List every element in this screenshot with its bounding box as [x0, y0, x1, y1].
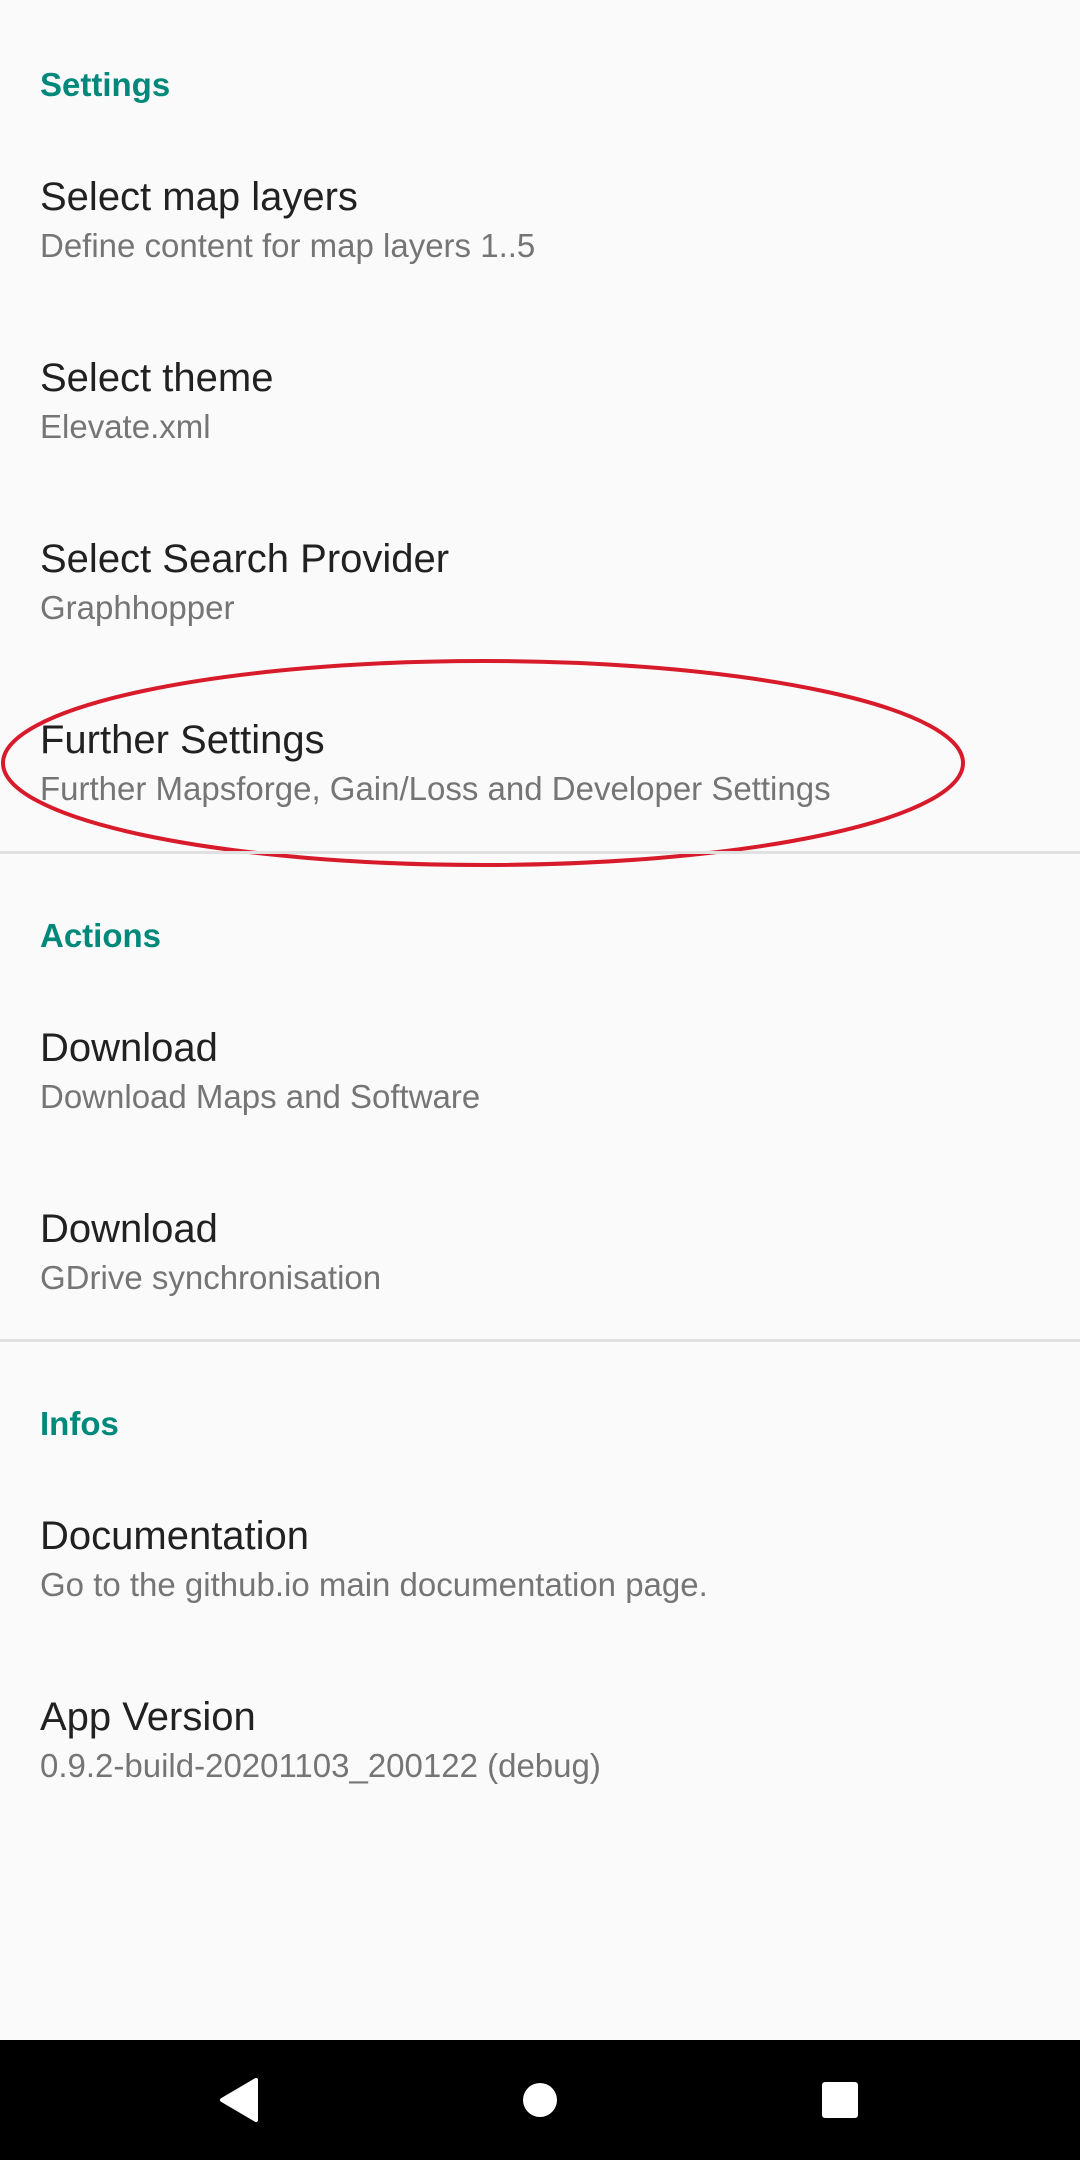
home-icon: [523, 2083, 557, 2117]
recents-icon: [822, 2082, 858, 2118]
pref-app-version[interactable]: App Version 0.9.2-build-20201103_200122 …: [0, 1692, 1080, 1856]
pref-download-maps[interactable]: Download Download Maps and Software: [0, 1023, 1080, 1187]
pref-summary: Download Maps and Software: [40, 1078, 481, 1115]
pref-summary: Go to the github.io main documentation p…: [40, 1566, 708, 1603]
pref-summary: Further Mapsforge, Gain/Loss and Develop…: [40, 770, 831, 807]
home-button[interactable]: [500, 2060, 580, 2140]
pref-select-map-layers[interactable]: Select map layers Define content for map…: [0, 172, 1080, 336]
pref-title: App Version: [40, 1695, 256, 1739]
section-divider: [0, 851, 1080, 854]
pref-summary: GDrive synchronisation: [40, 1259, 382, 1296]
back-icon: [220, 2078, 258, 2122]
pref-title: Select Search Provider: [40, 537, 450, 581]
pref-further-settings[interactable]: Further Settings Further Mapsforge, Gain…: [0, 715, 1080, 879]
pref-documentation[interactable]: Documentation Go to the github.io main d…: [0, 1511, 1080, 1675]
back-button[interactable]: [198, 2060, 278, 2140]
category-actions-header: Actions: [40, 917, 162, 954]
pref-title: Documentation: [40, 1514, 310, 1558]
preferences-screen: Settings Select map layers Define conten…: [0, 0, 1080, 2040]
pref-summary: 0.9.2-build-20201103_200122 (debug): [40, 1747, 601, 1784]
navigation-bar: [0, 2040, 1080, 2160]
pref-summary: Define content for map layers 1..5: [40, 227, 536, 264]
category-settings-header: Settings: [40, 66, 171, 103]
pref-title: Further Settings: [40, 718, 325, 762]
section-divider: [0, 1339, 1080, 1342]
pref-title: Select theme: [40, 356, 274, 400]
pref-summary: Elevate.xml: [40, 408, 211, 445]
category-infos-header: Infos: [40, 1405, 119, 1442]
pref-select-search-provider[interactable]: Select Search Provider Graphhopper: [0, 534, 1080, 698]
pref-title: Select map layers: [40, 175, 358, 219]
recents-button[interactable]: [800, 2060, 880, 2140]
pref-summary: Graphhopper: [40, 589, 235, 626]
pref-select-theme[interactable]: Select theme Elevate.xml: [0, 353, 1080, 517]
pref-title: Download: [40, 1207, 218, 1251]
pref-gdrive-sync[interactable]: Download GDrive synchronisation: [0, 1204, 1080, 1368]
pref-title: Download: [40, 1026, 218, 1070]
